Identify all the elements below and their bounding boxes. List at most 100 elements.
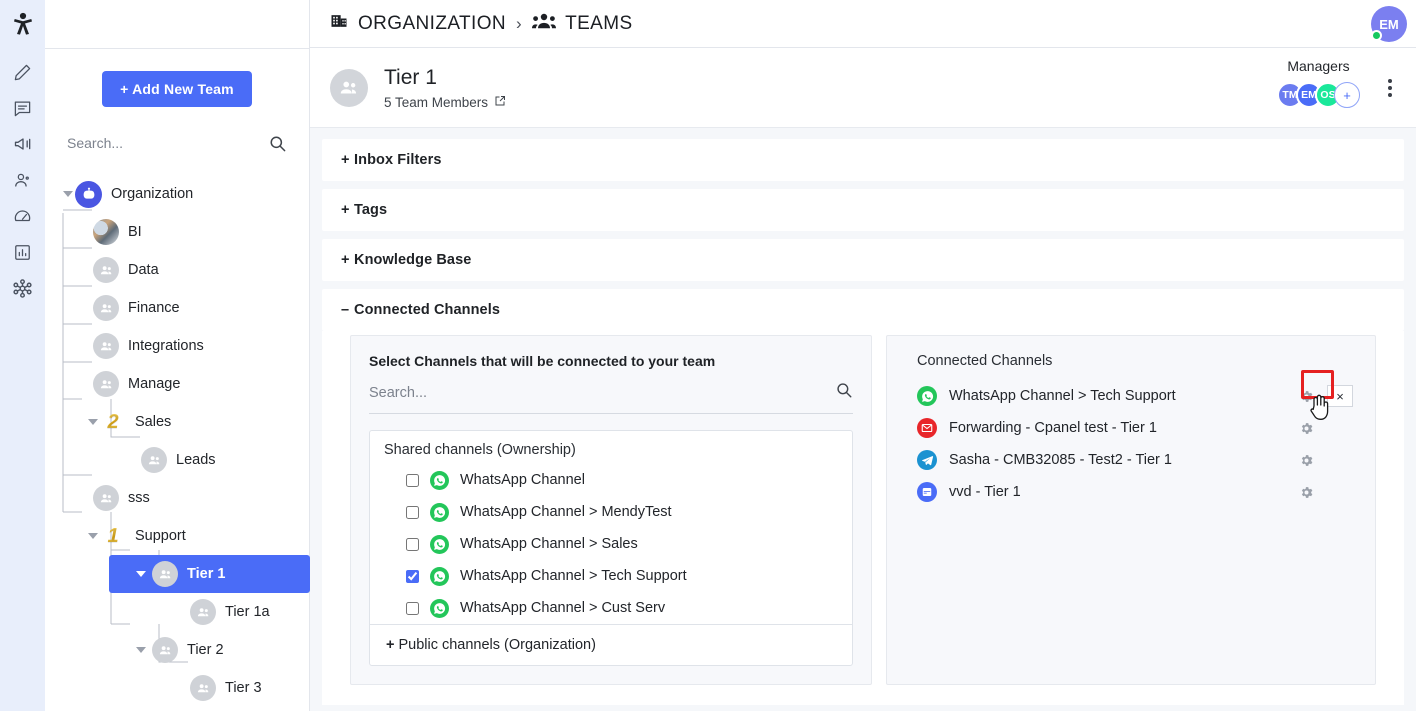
tree-item-manage[interactable]: Manage bbox=[61, 365, 309, 403]
channel-checkbox[interactable] bbox=[406, 505, 419, 519]
team-avatar-icon bbox=[93, 257, 119, 283]
tree-item-tier-1a[interactable]: Tier 1a bbox=[61, 593, 309, 631]
tree-label: Data bbox=[128, 262, 159, 278]
rail-item-compose[interactable] bbox=[0, 54, 45, 90]
top-breadcrumb-bar: ORGANIZATION › TEAMS EM bbox=[310, 0, 1416, 48]
chevron-down-icon[interactable] bbox=[86, 415, 100, 429]
team-avatar-icon bbox=[190, 675, 216, 701]
external-link-icon[interactable] bbox=[494, 95, 506, 110]
whatsapp-icon bbox=[917, 386, 937, 406]
channel-option-label: WhatsApp Channel > Sales bbox=[460, 536, 638, 552]
tree-item-integrations[interactable]: Integrations bbox=[61, 327, 309, 365]
team-rank-badge: 1 bbox=[100, 523, 126, 549]
breadcrumb-organization[interactable]: ORGANIZATION bbox=[358, 13, 506, 35]
public-channels-toggle[interactable]: + Public channels (Organization) bbox=[370, 624, 852, 665]
webchat-icon bbox=[917, 482, 937, 502]
search-icon[interactable] bbox=[268, 134, 287, 153]
app-root: + Add New Team Search... Organization BI… bbox=[0, 0, 1416, 711]
tree-label: Tier 3 bbox=[225, 680, 262, 696]
accordion-label: Inbox Filters bbox=[354, 152, 442, 168]
channel-checkbox[interactable] bbox=[406, 473, 419, 487]
managers-label: Managers bbox=[1287, 58, 1350, 74]
add-new-team-button[interactable]: + Add New Team bbox=[102, 71, 252, 107]
connected-channel-row: vvd - Tier 1 bbox=[917, 476, 1353, 508]
connected-channel-row: Forwarding - Cpanel test - Tier 1 bbox=[917, 412, 1353, 444]
connected-channels-panel: Select Channels that will be connected t… bbox=[322, 331, 1404, 705]
sidebar-search[interactable] bbox=[67, 127, 287, 159]
channel-option[interactable]: WhatsApp Channel > Tech Support bbox=[370, 560, 852, 592]
channel-option[interactable]: WhatsApp Channel > Sales bbox=[370, 528, 852, 560]
channel-search-input[interactable] bbox=[369, 384, 769, 401]
gear-icon[interactable] bbox=[1297, 485, 1315, 500]
connected-channel-label: WhatsApp Channel > Tech Support bbox=[949, 388, 1176, 404]
tree-item-leads[interactable]: Leads bbox=[61, 441, 309, 479]
channel-option[interactable]: WhatsApp Channel bbox=[370, 464, 852, 496]
teams-tree: Organization BI Data Finance Integration… bbox=[45, 175, 310, 707]
accordion-tags[interactable]: + Tags bbox=[322, 189, 1404, 231]
team-avatar-icon bbox=[93, 371, 119, 397]
accordion-knowledge-base[interactable]: + Knowledge Base bbox=[322, 239, 1404, 281]
channel-search[interactable] bbox=[369, 381, 853, 414]
accordion-connected-channels[interactable]: – Connected Channels bbox=[322, 289, 1404, 331]
bot-avatar-icon bbox=[75, 180, 102, 208]
rail-item-campaigns[interactable] bbox=[0, 126, 45, 162]
tree-label: Tier 2 bbox=[187, 642, 224, 658]
accordion-sign: + bbox=[341, 252, 350, 268]
rail-item-conversations[interactable] bbox=[0, 90, 45, 126]
brand-logo-icon[interactable] bbox=[0, 0, 45, 48]
search-icon[interactable] bbox=[835, 381, 853, 404]
tree-label: Tier 1 bbox=[187, 566, 226, 582]
online-status-dot bbox=[1371, 30, 1382, 41]
connected-channel-label: Sasha - CMB32085 - Test2 - Tier 1 bbox=[949, 452, 1172, 468]
tree-label: Leads bbox=[176, 452, 216, 468]
breadcrumb-teams[interactable]: TEAMS bbox=[565, 13, 632, 35]
team-members-link[interactable]: 5 Team Members bbox=[384, 95, 506, 110]
rail-item-contacts[interactable] bbox=[0, 162, 45, 198]
gear-icon[interactable] bbox=[1297, 421, 1315, 436]
chevron-down-icon[interactable] bbox=[134, 643, 148, 657]
team-header-text: Tier 1 5 Team Members bbox=[384, 65, 506, 110]
add-manager-button[interactable]: + bbox=[1334, 82, 1360, 108]
channel-option-label: WhatsApp Channel > MendyTest bbox=[460, 504, 672, 520]
teams-group-icon bbox=[532, 11, 557, 37]
chevron-down-icon[interactable] bbox=[61, 187, 75, 201]
tree-item-data[interactable]: Data bbox=[61, 251, 309, 289]
sidebar-search-input[interactable] bbox=[67, 135, 247, 151]
channel-checkbox[interactable] bbox=[406, 569, 419, 583]
tree-item-tier-2[interactable]: Tier 2 bbox=[61, 631, 309, 669]
email-icon bbox=[917, 418, 937, 438]
tree-item-support[interactable]: 1 Support bbox=[61, 517, 309, 555]
gear-icon[interactable] bbox=[1297, 389, 1315, 404]
rail-item-organization[interactable] bbox=[0, 270, 45, 306]
chevron-down-icon[interactable] bbox=[86, 529, 100, 543]
connected-channel-row: Sasha - CMB32085 - Test2 - Tier 1 bbox=[917, 444, 1353, 476]
channel-option[interactable]: WhatsApp Channel > MendyTest bbox=[370, 496, 852, 528]
tree-item-finance[interactable]: Finance bbox=[61, 289, 309, 327]
tree-item-sss[interactable]: sss bbox=[61, 479, 309, 517]
remove-channel-button[interactable]: × bbox=[1327, 385, 1353, 407]
team-photo-avatar bbox=[93, 219, 119, 245]
tree-label: Sales bbox=[135, 414, 172, 430]
tree-item-tier-3[interactable]: Tier 3 bbox=[61, 669, 309, 707]
channel-option-label: WhatsApp Channel > Tech Support bbox=[460, 568, 687, 584]
team-avatar-icon bbox=[190, 599, 216, 625]
channel-option[interactable]: WhatsApp Channel > Cust Serv bbox=[370, 592, 852, 624]
breadcrumb-separator: › bbox=[516, 13, 523, 33]
kebab-menu-icon[interactable] bbox=[1379, 75, 1401, 101]
chevron-down-icon[interactable] bbox=[134, 567, 148, 581]
accordion-inbox-filters[interactable]: + Inbox Filters bbox=[322, 139, 1404, 181]
tree-item-sales[interactable]: 2 Sales bbox=[61, 403, 309, 441]
accordion-label: Connected Channels bbox=[354, 302, 501, 318]
tree-item-bi[interactable]: BI bbox=[61, 213, 309, 251]
tree-item-tier-1[interactable]: Tier 1 bbox=[109, 555, 310, 593]
tree-item-organization[interactable]: Organization bbox=[61, 175, 309, 213]
connected-channel-row: WhatsApp Channel > Tech Support × bbox=[917, 380, 1353, 412]
connected-channel-label: Forwarding - Cpanel test - Tier 1 bbox=[949, 420, 1157, 436]
channel-checkbox[interactable] bbox=[406, 537, 419, 551]
gear-icon[interactable] bbox=[1297, 453, 1315, 468]
user-avatar[interactable]: EM bbox=[1371, 6, 1407, 42]
rail-item-performance[interactable] bbox=[0, 198, 45, 234]
channel-selector: Select Channels that will be connected t… bbox=[350, 335, 872, 685]
channel-checkbox[interactable] bbox=[406, 601, 419, 615]
rail-item-reports[interactable] bbox=[0, 234, 45, 270]
